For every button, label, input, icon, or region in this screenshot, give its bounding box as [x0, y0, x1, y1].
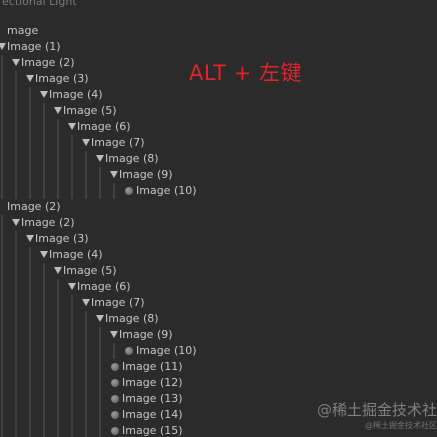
hierarchy-item-label: Image (3): [35, 232, 89, 245]
annotation-text: ALT + 左键: [189, 61, 302, 85]
triangle-down-icon[interactable]: [26, 75, 34, 82]
gameobject-icon: [125, 347, 133, 355]
partial-item-label: ectional Light: [2, 0, 77, 8]
hierarchy-item-label: Image (6): [77, 280, 131, 293]
triangle-down-icon[interactable]: [96, 315, 104, 322]
watermark-sub: @稀土掘金技术社区: [365, 421, 437, 430]
triangle-down-icon[interactable]: [82, 299, 90, 306]
gameobject-icon: [111, 379, 119, 387]
hierarchy-item-label: mage: [7, 24, 39, 37]
hierarchy-item-label: Image (8): [105, 312, 159, 325]
watermark-main: @稀土掘金技术社: [316, 401, 437, 419]
hierarchy-item-label: Image (2): [21, 216, 75, 229]
hierarchy-item[interactable]: Image (12): [0, 375, 437, 391]
hierarchy-item[interactable]: Image (4): [0, 87, 437, 103]
hierarchy-item[interactable]: Image (5): [0, 103, 437, 119]
watermark: @稀土掘金技术社 @稀土掘金技术社区: [317, 400, 437, 432]
hierarchy-item-label: Image (9): [119, 328, 173, 341]
hierarchy-item-label: Image (2): [7, 200, 61, 213]
hierarchy-item-label: Image (6): [77, 120, 131, 133]
gameobject-icon: [111, 363, 119, 371]
hierarchy-item-label: Image (13): [122, 392, 183, 405]
hierarchy-item-label: Image (2): [21, 56, 75, 69]
hierarchy-item[interactable]: Image (7): [0, 295, 437, 311]
hierarchy-item-label: Image (5): [63, 104, 117, 117]
hierarchy-item-label: Image (10): [136, 184, 197, 197]
hierarchy-item[interactable]: Image (9): [0, 327, 437, 343]
triangle-down-icon[interactable]: [12, 59, 20, 66]
triangle-down-icon[interactable]: [0, 43, 6, 50]
gameobject-icon: [111, 411, 119, 419]
triangle-down-icon[interactable]: [40, 251, 48, 258]
triangle-down-icon[interactable]: [110, 171, 118, 178]
hierarchy-item-label: Image (14): [122, 408, 183, 421]
hierarchy-item[interactable]: Image (1): [0, 39, 437, 55]
gameobject-icon: [111, 427, 119, 435]
hierarchy-item-label: Image (4): [49, 248, 103, 261]
triangle-down-icon[interactable]: [82, 139, 90, 146]
hierarchy-item[interactable]: Image (10): [0, 183, 437, 199]
triangle-down-icon[interactable]: [54, 267, 62, 274]
hierarchy-item[interactable]: Image (4): [0, 247, 437, 263]
hierarchy-header: ectional Light: [0, 0, 437, 10]
gameobject-icon: [125, 187, 133, 195]
triangle-down-icon[interactable]: [40, 91, 48, 98]
hierarchy-item[interactable]: Image (6): [0, 119, 437, 135]
triangle-down-icon[interactable]: [54, 107, 62, 114]
triangle-down-icon[interactable]: [68, 123, 76, 130]
hierarchy-item[interactable]: Image (7): [0, 135, 437, 151]
hierarchy-item[interactable]: Image (9): [0, 167, 437, 183]
hierarchy-item-label: Image (9): [119, 168, 173, 181]
hierarchy-item-label: Image (10): [136, 344, 197, 357]
triangle-down-icon[interactable]: [96, 155, 104, 162]
hierarchy-item[interactable]: Image (10): [0, 343, 437, 359]
hierarchy-item-label: Image (12): [122, 376, 183, 389]
hierarchy-item-label: Image (8): [105, 152, 159, 165]
triangle-down-icon[interactable]: [68, 283, 76, 290]
triangle-down-icon[interactable]: [12, 219, 20, 226]
hierarchy-item[interactable]: Image (6): [0, 279, 437, 295]
hierarchy-item-label: Image (5): [63, 264, 117, 277]
triangle-down-icon[interactable]: [26, 235, 34, 242]
triangle-down-icon[interactable]: [110, 331, 118, 338]
hierarchy-item-label: Image (1): [7, 40, 61, 53]
hierarchy-item[interactable]: mage: [0, 23, 437, 39]
hierarchy-item-label: Image (3): [35, 72, 89, 85]
hierarchy-item[interactable]: Image (3): [0, 231, 437, 247]
hierarchy-item[interactable]: Image (2): [0, 199, 437, 215]
hierarchy-item[interactable]: Image (2): [0, 215, 437, 231]
hierarchy-item-label: Image (4): [49, 88, 103, 101]
hierarchy-item-label: Image (7): [91, 296, 145, 309]
gameobject-icon: [111, 395, 119, 403]
hierarchy-item[interactable]: Image (11): [0, 359, 437, 375]
hierarchy-panel: ectional Light mage Image (1) Image (2) Ima…: [0, 0, 437, 437]
hierarchy-item[interactable]: Image (5): [0, 263, 437, 279]
hierarchy-item[interactable]: Image (8): [0, 151, 437, 167]
hierarchy-item-label: Image (7): [91, 136, 145, 149]
hierarchy-item-label: Image (15): [122, 424, 183, 437]
hierarchy-item[interactable]: Image (8): [0, 311, 437, 327]
hierarchy-item-label: Image (11): [122, 360, 183, 373]
